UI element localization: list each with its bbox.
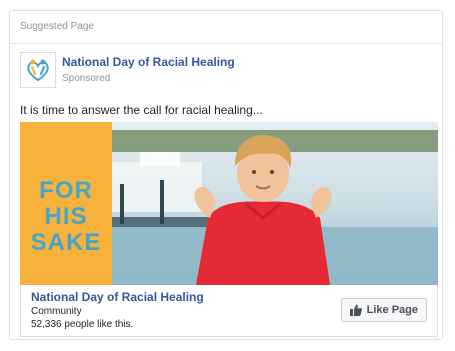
ad-overlay-line-3: SAKE: [30, 229, 102, 256]
post-text: It is time to answer the call for racial…: [20, 103, 263, 117]
suggested-page-card: Suggested Page National Day of Racial He…: [9, 10, 443, 340]
footer-page-name-link[interactable]: National Day of Racial Healing: [31, 290, 204, 304]
suggested-page-label: Suggested Page: [20, 21, 94, 32]
thumbs-up-icon: [349, 304, 362, 316]
ad-image[interactable]: FOR HIS SAKE: [20, 122, 438, 285]
ad-overlay-text: FOR HIS SAKE: [20, 178, 112, 256]
page-footer: National Day of Racial Healing Community…: [20, 285, 438, 337]
page-avatar[interactable]: [20, 52, 56, 88]
ad-overlay-line-2: HIS: [44, 203, 88, 230]
page-category: Community: [31, 306, 82, 317]
heart-figures-logo-icon: [27, 59, 49, 82]
sponsored-label: Sponsored: [62, 73, 111, 84]
ad-overlay-line-1: FOR: [39, 177, 93, 204]
card-header: Suggested Page: [10, 11, 442, 44]
page-info-row: National Day of Racial Healing Sponsored: [20, 52, 432, 92]
page-like-count: 52,336 people like this.: [31, 319, 134, 330]
page-name-link[interactable]: National Day of Racial Healing: [62, 55, 235, 69]
like-page-button[interactable]: Like Page: [340, 298, 427, 322]
like-page-label: Like Page: [366, 304, 418, 316]
